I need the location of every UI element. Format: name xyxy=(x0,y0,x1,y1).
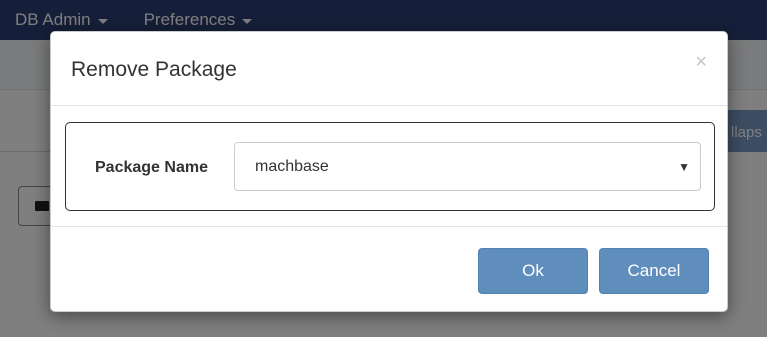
dialog-body: Package Name machbase ▼ xyxy=(51,106,727,226)
ok-button[interactable]: Ok xyxy=(478,248,588,294)
dropdown-arrow-icon: ▼ xyxy=(678,160,690,174)
package-fieldset: Package Name machbase ▼ xyxy=(65,122,715,211)
dialog-footer: Ok Cancel xyxy=(51,226,727,313)
dialog-header: Remove Package × xyxy=(51,32,727,106)
page: DB Admin Preferences llaps Remove Packag… xyxy=(0,0,767,337)
package-name-label: Package Name xyxy=(95,159,208,176)
remove-package-dialog: Remove Package × Package Name machbase ▼… xyxy=(50,31,728,312)
package-name-select[interactable]: machbase ▼ xyxy=(234,142,701,191)
cancel-button[interactable]: Cancel xyxy=(599,248,709,294)
package-name-selected-value: machbase xyxy=(255,158,329,175)
close-icon[interactable]: × xyxy=(695,52,707,72)
dialog-title: Remove Package xyxy=(71,58,237,81)
